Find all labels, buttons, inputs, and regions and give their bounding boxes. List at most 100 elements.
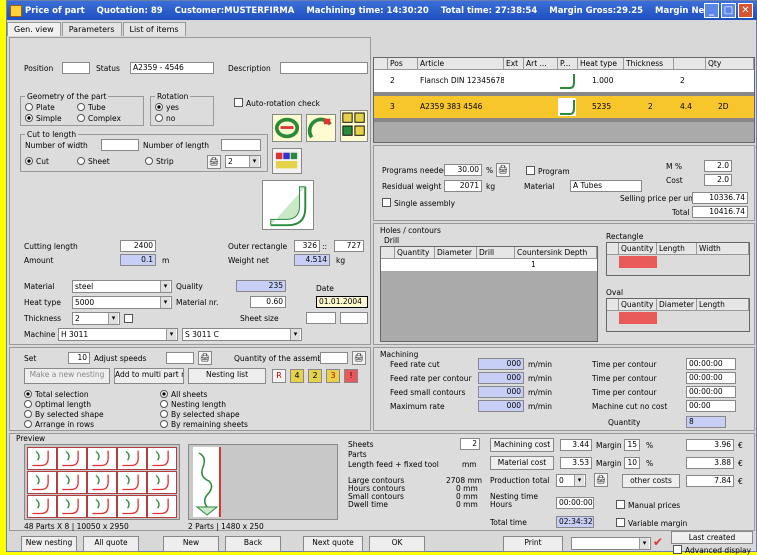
table-row[interactable]: [619, 312, 657, 324]
opt-optimal-length[interactable]: Optimal length: [24, 400, 91, 409]
rect-header[interactable]: Length: [657, 243, 697, 255]
program-checkbox[interactable]: Program: [526, 166, 570, 176]
radio-sheet[interactable]: Sheet: [77, 157, 110, 166]
radio-cut[interactable]: Cut: [25, 157, 49, 166]
margin1-input[interactable]: 15: [624, 439, 640, 451]
machine2-select[interactable]: S 3011 C: [182, 328, 302, 341]
total-input[interactable]: 10416.74: [692, 206, 748, 218]
number-of-width-input[interactable]: [101, 139, 139, 151]
description-input[interactable]: [280, 62, 368, 74]
ok-button[interactable]: OK: [369, 536, 425, 552]
machining-row-right-input[interactable]: 00:00: [686, 400, 736, 412]
machine-select[interactable]: H 3011: [58, 328, 178, 341]
heat-type-select[interactable]: 5000: [72, 296, 172, 309]
rect-header[interactable]: [607, 243, 619, 255]
assembly-qty-input[interactable]: [320, 352, 348, 364]
single-assembly-checkbox[interactable]: Single assembly: [382, 198, 455, 208]
adjust-speeds-input[interactable]: [166, 352, 194, 364]
radio-plate[interactable]: Plate: [25, 103, 55, 112]
opt-by-shape-right[interactable]: By selected shape: [160, 410, 240, 419]
machining-row-input[interactable]: 000: [478, 386, 524, 398]
rect-header[interactable]: Width: [697, 243, 749, 255]
radio-simple[interactable]: Simple: [25, 114, 62, 123]
set-input[interactable]: 10: [68, 352, 90, 364]
margin-percent-input[interactable]: 2.0: [704, 160, 732, 172]
grid-header-thickness[interactable]: Thickness: [624, 58, 674, 70]
margin2-input[interactable]: 10: [624, 457, 640, 469]
grid-header-0[interactable]: [374, 58, 388, 70]
production-total-select[interactable]: 0: [556, 474, 586, 487]
radio-rotation-yes[interactable]: yes: [155, 103, 179, 112]
thickness-select[interactable]: 2: [72, 312, 120, 325]
tab-parameters[interactable]: Parameters: [61, 22, 122, 36]
grid-header-8[interactable]: [674, 58, 706, 70]
maximize-button[interactable]: □: [721, 3, 736, 18]
grid-header-qty[interactable]: Qty: [706, 58, 754, 70]
make-new-nesting-button[interactable]: Make a new nesting: [24, 368, 110, 384]
minimize-button[interactable]: _: [704, 3, 719, 18]
material-nr-input[interactable]: 0.60: [250, 296, 286, 308]
advanced-display-checkbox[interactable]: Advanced display: [673, 545, 751, 555]
opt-by-selected-shape[interactable]: By selected shape: [24, 410, 104, 419]
print-select[interactable]: [571, 537, 651, 550]
cutting-length-input[interactable]: 2400: [120, 240, 156, 252]
programs-input[interactable]: 30.00: [444, 164, 482, 176]
date-input[interactable]: 01.01.2004: [316, 296, 368, 308]
tool-icon-2[interactable]: 2: [308, 369, 322, 383]
machining-row-input[interactable]: 000: [478, 400, 524, 412]
grid-header-article[interactable]: Article: [418, 58, 504, 70]
new-nesting-button[interactable]: New nesting: [21, 536, 77, 552]
print-button[interactable]: Print: [503, 536, 563, 552]
drill-header[interactable]: Countersink Depth: [515, 247, 597, 259]
variable-margin-checkbox[interactable]: Variable margin: [616, 518, 687, 528]
shape-arc-icon[interactable]: [306, 114, 336, 142]
shape-grid-icon[interactable]: [340, 110, 368, 142]
number-of-length-input[interactable]: [221, 139, 261, 151]
tab-general-view[interactable]: Gen. view: [7, 22, 61, 36]
next-quote-button[interactable]: Next quote: [303, 536, 363, 552]
print-icon[interactable]: 🖨: [496, 163, 510, 177]
machining-cost-button[interactable]: Machining cost: [490, 438, 554, 452]
back-button[interactable]: Back: [225, 536, 281, 552]
last-created-button[interactable]: Last created: [671, 531, 753, 544]
machining-row-input[interactable]: 000: [478, 372, 524, 384]
oval-header[interactable]: Length: [697, 299, 749, 311]
drill-header[interactable]: [381, 247, 395, 259]
other-costs-button[interactable]: other costs: [622, 474, 680, 488]
material-cost-input[interactable]: 3.53: [560, 457, 592, 469]
tool-icon-4[interactable]: !: [344, 369, 358, 383]
tab-list-of-items[interactable]: List of items: [122, 22, 186, 36]
sheet-size-input2[interactable]: [340, 312, 368, 324]
opt-total-selection[interactable]: Total selection: [24, 390, 89, 399]
print-icon[interactable]: 🖨: [198, 351, 212, 365]
drill-header[interactable]: Quantity: [395, 247, 435, 259]
weight-net-input[interactable]: 4.514: [294, 254, 330, 266]
quality-input[interactable]: 235: [236, 280, 286, 292]
oval-header[interactable]: Diameter: [657, 299, 697, 311]
radio-complex[interactable]: Complex: [77, 114, 121, 123]
material-cost-button[interactable]: Material cost: [490, 456, 554, 470]
thickness-checkbox[interactable]: [124, 314, 136, 324]
table-row-selected[interactable]: 3 A2359 383 4546 5235 2 4.4 2D: [374, 96, 754, 118]
tool-icon-3[interactable]: 3: [326, 369, 340, 383]
radio-rotation-no[interactable]: no: [155, 114, 175, 123]
nesting-sheet-1[interactable]: [24, 444, 180, 520]
table-row[interactable]: 1: [381, 259, 597, 271]
grid-header-heat-type[interactable]: Heat type: [578, 58, 624, 70]
selling-price-input[interactable]: 10336.74: [692, 192, 748, 204]
machining-row-right-input[interactable]: 00:00:00: [686, 386, 736, 398]
new-button[interactable]: New: [163, 536, 219, 552]
cost-input[interactable]: 2.0: [704, 174, 732, 186]
other-total-input[interactable]: 7.84: [686, 475, 734, 487]
shape-ring-icon[interactable]: [272, 114, 302, 142]
amount-input[interactable]: 0.1: [120, 254, 156, 266]
drill-header[interactable]: Diameter: [435, 247, 477, 259]
radio-strip[interactable]: Strip: [145, 157, 174, 166]
table-row[interactable]: 2 Flansch DIN 123456789 1.000 2: [374, 70, 754, 92]
bbox-width-input[interactable]: 326: [294, 240, 320, 252]
machining-row-right-input[interactable]: 00:00:00: [686, 358, 736, 370]
total-time-input[interactable]: 02:34:32: [556, 516, 594, 528]
residual-weight-input[interactable]: 2071: [444, 180, 482, 192]
oval-header[interactable]: [607, 299, 619, 311]
opt-nesting-length[interactable]: Nesting length: [160, 400, 226, 409]
